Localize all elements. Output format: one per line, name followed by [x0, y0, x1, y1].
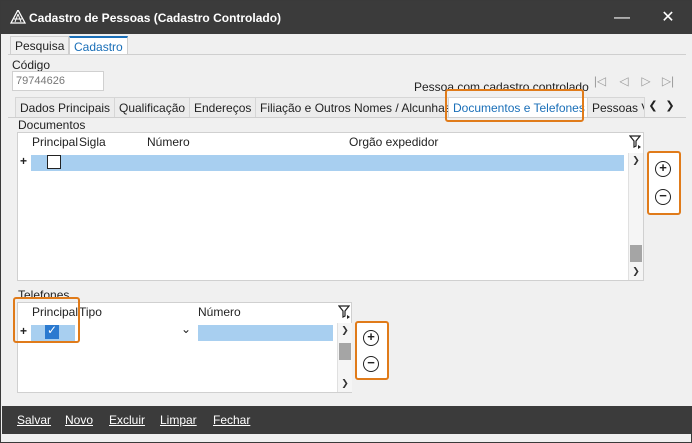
fechar-button[interactable]: Fechar: [213, 413, 250, 427]
numero-cell[interactable]: [198, 325, 333, 341]
content-area: Pesquisa Cadastro Código 79744626 Pessoa…: [2, 34, 692, 406]
first-record-icon[interactable]: |◁: [591, 72, 609, 90]
codigo-label: Código: [12, 58, 51, 72]
minimize-icon: —: [614, 9, 630, 26]
col-tipo[interactable]: Tipo: [79, 305, 102, 319]
tab-filiacao[interactable]: Filiação e Outros Nomes / Alcunhas: [255, 97, 456, 117]
novo-button[interactable]: Novo: [65, 413, 93, 427]
salvar-button[interactable]: Salvar: [17, 413, 51, 427]
close-icon: ✕: [661, 9, 675, 26]
tabs-scroll-right-icon[interactable]: ❯: [662, 97, 678, 115]
add-telefone-button[interactable]: +: [363, 330, 379, 346]
tabs-scroll-left-icon[interactable]: ❮: [645, 97, 661, 115]
action-bar: Salvar Novo Excluir Limpar Fechar: [2, 406, 692, 434]
excluir-button[interactable]: Excluir: [109, 413, 145, 427]
documentos-label: Documentos: [18, 118, 86, 132]
filter-icon[interactable]: [338, 305, 350, 319]
main-window: Cadastro de Pessoas (Cadastro Controlado…: [0, 0, 692, 443]
subtab-divider: [8, 117, 686, 118]
col-principal[interactable]: Principal: [32, 135, 78, 149]
minimize-button[interactable]: —: [599, 1, 645, 34]
close-button[interactable]: ✕: [645, 1, 691, 34]
add-documento-button[interactable]: +: [655, 161, 671, 177]
col-numero[interactable]: Número: [147, 135, 190, 149]
last-record-icon[interactable]: ▷|: [659, 72, 677, 90]
plus-circle-icon: +: [367, 329, 375, 344]
scroll-up-icon[interactable]: ❯: [338, 323, 352, 338]
next-record-icon[interactable]: ▷: [637, 72, 655, 90]
minus-circle-icon: −: [367, 355, 375, 370]
filter-icon[interactable]: [629, 135, 641, 149]
col-sigla[interactable]: Sigla: [79, 135, 106, 149]
remove-telefone-button[interactable]: −: [363, 356, 379, 372]
window-title: Cadastro de Pessoas (Cadastro Controlado…: [29, 11, 282, 25]
tipo-dropdown-chevron-icon[interactable]: ⌄: [181, 322, 191, 336]
tab-divider: [8, 54, 686, 55]
telefones-actions: + −: [355, 321, 389, 380]
scroll-thumb[interactable]: [630, 245, 642, 262]
documentos-grid-header: Principal Sigla Número Orgão expedidor: [18, 133, 628, 152]
previous-record-icon[interactable]: ◁: [615, 72, 633, 90]
title-bar: Cadastro de Pessoas (Cadastro Controlado…: [1, 1, 691, 34]
remove-documento-button[interactable]: −: [655, 189, 671, 205]
tab-qualificacao[interactable]: Qualificação: [114, 97, 191, 117]
col-orgao-expedidor[interactable]: Orgão expedidor: [349, 135, 438, 149]
highlight-documentos-tab: [445, 89, 584, 122]
highlight-principal-column: [13, 297, 80, 343]
tab-pesquisa[interactable]: Pesquisa: [10, 36, 70, 55]
new-row-marker: +: [20, 154, 28, 168]
documentos-scrollbar[interactable]: ❯ ❯: [628, 153, 643, 280]
scroll-thumb[interactable]: [339, 343, 351, 360]
plus-circle-icon: +: [659, 160, 667, 175]
col-numero[interactable]: Número: [198, 305, 241, 319]
limpar-button[interactable]: Limpar: [160, 413, 197, 427]
telefones-scrollbar[interactable]: ❯ ❯: [337, 323, 352, 392]
table-row[interactable]: [31, 155, 624, 171]
scroll-down-icon[interactable]: ❯: [338, 376, 352, 391]
documentos-actions: + −: [647, 151, 681, 215]
scroll-down-icon[interactable]: ❯: [629, 264, 643, 279]
principal-checkbox[interactable]: [47, 155, 61, 169]
codigo-field[interactable]: 79744626: [12, 71, 104, 91]
minus-circle-icon: −: [659, 188, 667, 203]
scroll-up-icon[interactable]: ❯: [629, 153, 643, 168]
app-logo-icon: [10, 10, 26, 24]
documentos-grid: Principal Sigla Número Orgão expedidor +…: [17, 132, 644, 281]
tab-dados-principais[interactable]: Dados Principais: [15, 97, 116, 117]
tab-pessoas-vinculadas[interactable]: Pessoas Vi: [587, 97, 645, 117]
tab-enderecos[interactable]: Endereços: [189, 97, 257, 117]
tab-cadastro[interactable]: Cadastro: [69, 36, 128, 55]
